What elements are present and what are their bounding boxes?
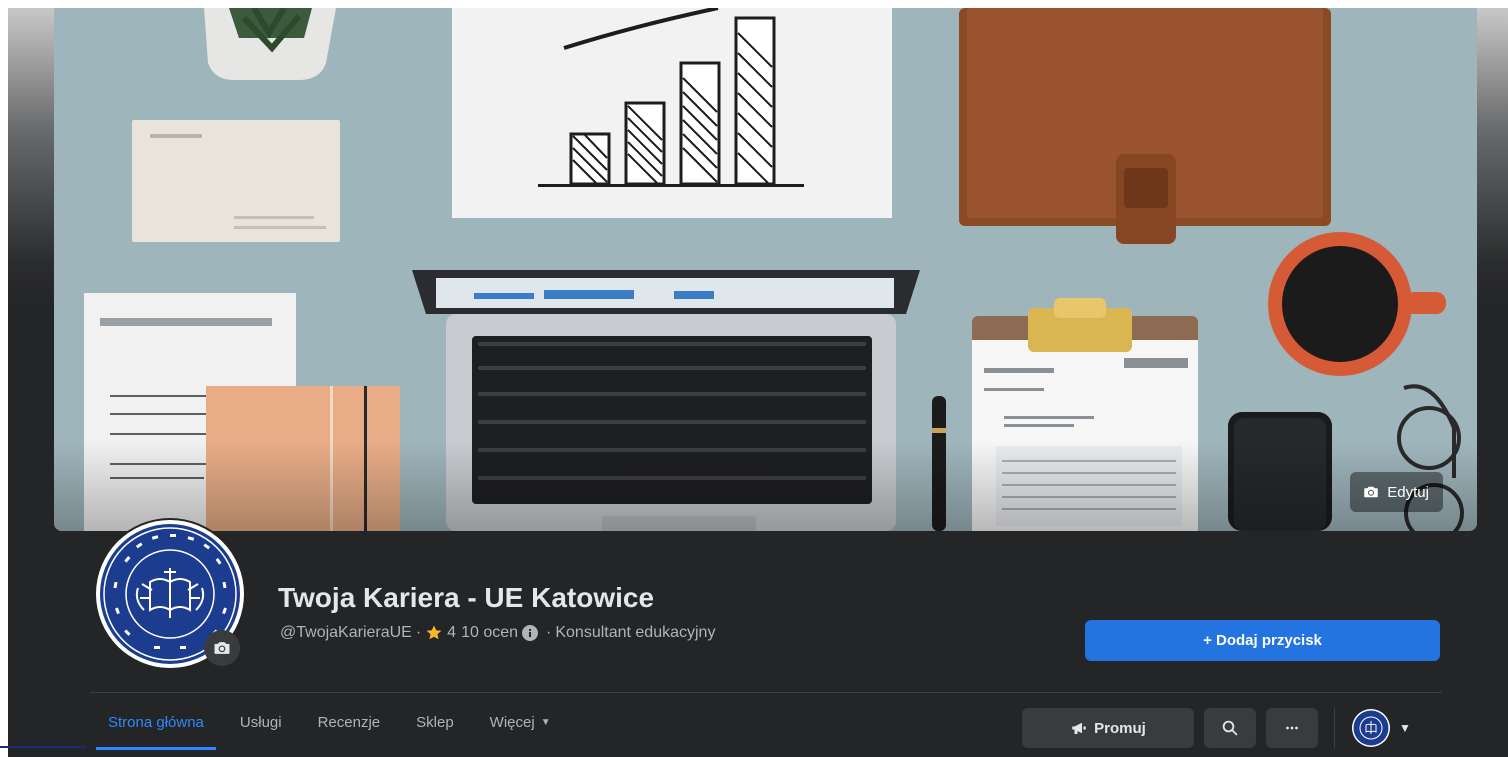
info-icon[interactable]	[522, 625, 539, 641]
camera-icon	[214, 642, 230, 654]
promote-label: Promuj	[1094, 719, 1146, 737]
promote-button[interactable]: Promuj	[1022, 708, 1194, 748]
page-header: Edytuj Twoja Kariera - UE Katowice @Twoj…	[8, 8, 1508, 757]
cover-shade	[54, 441, 1477, 531]
search-button[interactable]	[1204, 708, 1256, 748]
more-dots-icon	[1286, 726, 1298, 730]
meta-separator: ·	[415, 624, 422, 641]
page-tabs: Strona główna Usługi Recenzje Sklep Więc…	[90, 694, 569, 750]
add-button-label: + Dodaj przycisk	[1203, 632, 1322, 649]
edit-cover-button[interactable]: Edytuj	[1350, 472, 1443, 512]
tab-home[interactable]: Strona główna	[90, 694, 222, 750]
divider	[90, 692, 1442, 693]
tab-services[interactable]: Usługi	[222, 694, 300, 750]
tab-label: Recenzje	[317, 713, 381, 731]
page-category[interactable]: Konsultant edukacyjny	[555, 624, 715, 642]
page-title: Twoja Kariera - UE Katowice	[278, 582, 655, 613]
avatar-camera-button[interactable]	[204, 630, 240, 666]
star-icon	[426, 625, 442, 640]
rating-value[interactable]: 4	[447, 624, 456, 642]
decorative-line	[0, 746, 86, 748]
tab-label: Usługi	[239, 713, 282, 731]
profile-switcher[interactable]: ▼	[1351, 708, 1411, 748]
chevron-down-icon: ▼	[1399, 721, 1411, 735]
tab-shop[interactable]: Sklep	[398, 694, 472, 750]
add-button[interactable]: + Dodaj przycisk	[1085, 620, 1440, 661]
tab-reviews[interactable]: Recenzje	[300, 694, 399, 750]
more-options-button[interactable]	[1266, 708, 1318, 748]
megaphone-icon	[1072, 722, 1086, 734]
tab-label: Więcej	[489, 713, 535, 731]
edit-cover-label: Edytuj	[1387, 483, 1429, 501]
tab-label: Sklep	[416, 713, 454, 731]
university-seal-icon	[1352, 709, 1390, 747]
rating-count[interactable]: 10 ocen	[461, 624, 518, 642]
meta-separator: ·	[546, 624, 552, 641]
camera-icon	[1364, 486, 1379, 498]
chevron-down-icon: ▼	[540, 716, 551, 728]
page-actions: Promuj ▼	[1022, 708, 1411, 748]
search-icon	[1222, 720, 1238, 736]
cover-photo[interactable]: Edytuj	[54, 8, 1477, 531]
page-handle: @TwojaKarieraUE	[280, 624, 412, 641]
tab-label: Strona główna	[108, 713, 204, 731]
page-meta: @TwojaKarieraUE · 4 10 ocen · Konsultant…	[280, 624, 715, 642]
tab-more[interactable]: Więcej ▼	[472, 694, 569, 750]
divider	[1334, 708, 1335, 748]
